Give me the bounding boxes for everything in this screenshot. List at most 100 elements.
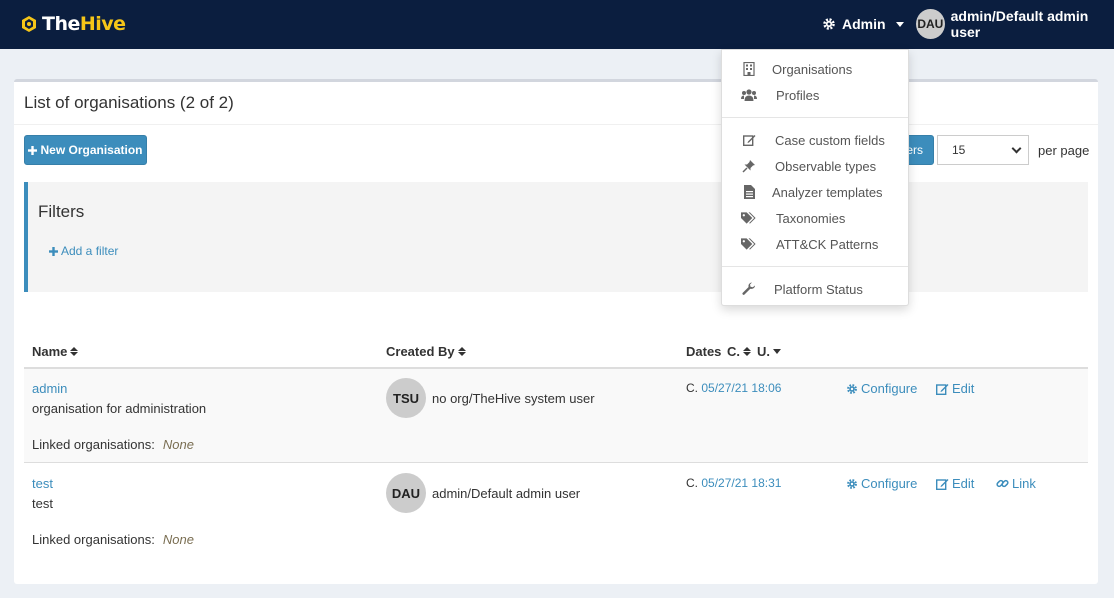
menu-item-label: Profiles bbox=[776, 87, 820, 103]
menu-item-platform-status[interactable]: Platform Status bbox=[722, 278, 908, 300]
chevron-down-icon bbox=[895, 21, 904, 27]
edit-label: Edit bbox=[952, 476, 975, 491]
edit-icon bbox=[936, 383, 949, 395]
menu-item-label: ATT&CK Patterns bbox=[776, 236, 879, 252]
header-created-by[interactable]: Created By bbox=[386, 344, 466, 359]
header-created-by-label: Created By bbox=[386, 344, 455, 359]
menu-item-observable-types[interactable]: Observable types bbox=[722, 155, 908, 177]
tags-icon bbox=[741, 210, 757, 226]
divider bbox=[722, 266, 908, 267]
page-title: List of organisations (2 of 2) bbox=[24, 93, 234, 112]
menu-item-label: Observable types bbox=[775, 158, 877, 174]
edit-label: Edit bbox=[952, 381, 975, 396]
link-icon bbox=[996, 477, 1009, 490]
configure-button[interactable]: Configure bbox=[846, 381, 917, 396]
linked-value: None bbox=[162, 437, 194, 452]
edit-icon bbox=[741, 132, 757, 148]
date-prefix: C. bbox=[686, 476, 698, 490]
edit-button[interactable]: Edit bbox=[936, 381, 974, 396]
table-row: test test Linked organisations: None DAU … bbox=[24, 464, 1088, 557]
creator-name: admin/Default admin user bbox=[432, 485, 581, 501]
user-menu[interactable]: DAU admin/Default admin user bbox=[916, 8, 1114, 40]
created-by: DAU admin/Default admin user bbox=[386, 473, 580, 513]
link-button[interactable]: Link bbox=[996, 476, 1036, 491]
linked-label: Linked organisations: bbox=[32, 532, 155, 547]
menu-item-label: Analyzer templates bbox=[772, 184, 883, 200]
new-organisation-label: New Organisation bbox=[40, 143, 143, 157]
admin-menu-toggle[interactable]: Admin bbox=[822, 14, 904, 34]
menu-item-label: Platform Status bbox=[774, 281, 863, 297]
new-organisation-button[interactable]: New Organisation bbox=[24, 135, 147, 165]
configure-button[interactable]: Configure bbox=[846, 476, 917, 491]
created-by: TSU no org/TheHive system user bbox=[386, 378, 595, 418]
add-filter-link[interactable]: Add a filter bbox=[49, 244, 118, 258]
header-dates: Dates bbox=[686, 344, 721, 359]
created-date: C. 05/27/21 18:31 bbox=[686, 476, 781, 490]
add-filter-label: Add a filter bbox=[61, 244, 119, 258]
creator-name: no org/TheHive system user bbox=[432, 390, 595, 406]
admin-dropdown-menu: Organisations Profiles Case custom field… bbox=[721, 49, 909, 306]
header-name-label: Name bbox=[32, 344, 68, 359]
menu-item-label: Taxonomies bbox=[776, 210, 846, 226]
file-icon bbox=[741, 184, 757, 200]
avatar: TSU bbox=[386, 378, 426, 418]
plus-icon bbox=[28, 145, 38, 155]
building-icon bbox=[741, 61, 757, 77]
sort-icon bbox=[743, 347, 751, 356]
page-size-select[interactable]: 15 bbox=[937, 135, 1029, 165]
wrench-icon bbox=[741, 281, 757, 297]
users-icon bbox=[741, 87, 757, 103]
brand-text-hive: Hive bbox=[79, 13, 126, 35]
org-name-link[interactable]: test bbox=[32, 476, 53, 491]
user-name: admin/Default admin user bbox=[950, 8, 1089, 40]
plus-icon bbox=[49, 246, 58, 256]
gear-icon bbox=[846, 478, 858, 490]
date-value[interactable]: 05/27/21 18:31 bbox=[701, 476, 781, 490]
date-prefix: C. bbox=[686, 381, 698, 395]
menu-item-organisations[interactable]: Organisations bbox=[722, 58, 908, 80]
divider bbox=[722, 117, 908, 118]
org-description: test bbox=[32, 496, 53, 511]
filters-title: Filters bbox=[38, 202, 85, 221]
header-dates-label: Dates bbox=[686, 344, 722, 359]
avatar: DAU bbox=[916, 9, 945, 39]
tags-icon bbox=[741, 236, 757, 252]
header-name[interactable]: Name bbox=[32, 344, 79, 359]
sort-icon bbox=[457, 347, 466, 356]
linked-organisations: Linked organisations: None bbox=[32, 437, 194, 452]
org-name-link[interactable]: admin bbox=[32, 381, 67, 396]
date-value[interactable]: 05/27/21 18:06 bbox=[701, 381, 781, 395]
sort-created-label: C. bbox=[727, 344, 740, 359]
gear-icon bbox=[846, 383, 858, 395]
link-label: Link bbox=[1012, 476, 1036, 491]
linked-organisations: Linked organisations: None bbox=[32, 532, 194, 547]
configure-label: Configure bbox=[861, 476, 918, 491]
pin-icon bbox=[741, 158, 757, 174]
edit-icon bbox=[936, 478, 949, 490]
menu-item-attack-patterns[interactable]: ATT&CK Patterns bbox=[722, 233, 908, 255]
menu-item-case-custom-fields[interactable]: Case custom fields bbox=[722, 129, 908, 151]
linked-label: Linked organisations: bbox=[32, 437, 155, 452]
brand-logo[interactable]: The Hive bbox=[20, 12, 126, 36]
linked-value: None bbox=[162, 532, 194, 547]
top-navbar: The Hive Admin DAU admin/Default admin u… bbox=[0, 0, 1114, 49]
gear-icon bbox=[822, 17, 836, 31]
menu-item-profiles[interactable]: Profiles bbox=[722, 84, 908, 106]
sort-icon bbox=[70, 347, 79, 356]
menu-item-analyzer-templates[interactable]: Analyzer templates bbox=[722, 181, 908, 203]
configure-label: Configure bbox=[861, 381, 918, 396]
sort-updated-label: U. bbox=[757, 344, 770, 359]
created-date: C. 05/27/21 18:06 bbox=[686, 381, 781, 395]
organisations-panel: List of organisations (2 of 2) New Organ… bbox=[14, 79, 1098, 584]
brand-text-the: The bbox=[42, 13, 80, 35]
divider bbox=[14, 124, 1098, 125]
menu-item-label: Organisations bbox=[772, 61, 853, 77]
menu-item-taxonomies[interactable]: Taxonomies bbox=[722, 207, 908, 229]
sort-updated-button[interactable]: U. bbox=[757, 344, 781, 359]
table-row: admin organisation for administration Li… bbox=[24, 369, 1088, 463]
bee-icon bbox=[20, 15, 38, 33]
filters-box: Filters Add a filter bbox=[24, 182, 1088, 292]
caret-down-icon bbox=[773, 349, 781, 354]
sort-created-button[interactable]: C. bbox=[727, 344, 751, 359]
edit-button[interactable]: Edit bbox=[936, 476, 974, 491]
